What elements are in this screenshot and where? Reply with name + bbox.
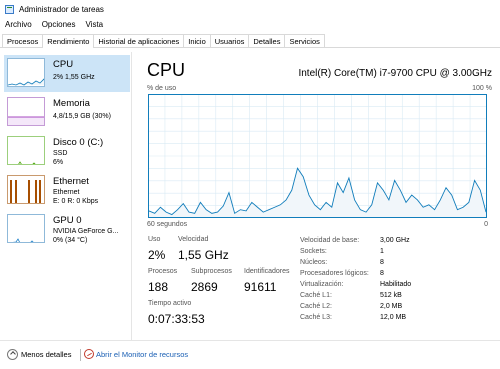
spec-label-cache-l2: Caché L2: <box>300 303 332 310</box>
sidebar-sub-cpu: 2% 1,55 GHz <box>53 74 95 81</box>
tab-servicios[interactable]: Servicios <box>284 34 325 47</box>
spec-value-virtualization: Habilitado <box>380 281 412 288</box>
spec-label-cache-l1: Caché L1: <box>300 292 332 299</box>
graph-label-zero: 0 <box>484 221 488 228</box>
sidebar-item-disk[interactable]: Disco 0 (C:) SSD 6% <box>4 133 130 170</box>
cpu-model: Intel(R) Core(TM) i7-9700 CPU @ 3.00GHz <box>298 68 492 79</box>
stat-label-subprocesos: Subprocesos <box>191 268 232 275</box>
stat-value-uso: 2% <box>148 248 166 262</box>
menu-archivo[interactable]: Archivo <box>0 18 37 32</box>
spec-label-cores: Núcleos: <box>300 259 328 266</box>
cpu-thumbnail <box>7 58 45 87</box>
stat-value-velocidad: 1,55 GHz <box>178 248 229 262</box>
menu-vista[interactable]: Vista <box>80 18 108 32</box>
graph-label-usage: % de uso <box>147 85 177 92</box>
tab-rendimiento[interactable]: Rendimiento <box>42 34 95 48</box>
sidebar-item-memory[interactable]: Memoria 4,8/15,9 GB (30%) <box>4 94 130 131</box>
tab-procesos[interactable]: Procesos <box>2 34 44 47</box>
tab-historial[interactable]: Historial de aplicaciones <box>93 34 185 47</box>
task-manager-icon <box>5 4 14 14</box>
spec-value-cores: 8 <box>380 259 384 266</box>
tab-inicio[interactable]: Inicio <box>183 34 211 47</box>
spec-value-sockets: 1 <box>380 248 384 255</box>
stat-value-subprocesos: 2869 <box>191 280 218 294</box>
spec-value-cache-l3: 12,0 MB <box>380 314 407 321</box>
spec-label-virtualization: Virtualización: <box>300 281 344 288</box>
sidebar-label-disk: Disco 0 (C:) <box>53 137 104 148</box>
stat-value-tiempo-activo: 0:07:33:53 <box>148 312 205 326</box>
stat-label-identificadores: Identificadores <box>244 268 290 275</box>
title-bar: Administrador de tareas <box>0 0 500 18</box>
sidebar-label-memory: Memoria <box>53 98 90 109</box>
page-title: CPU <box>147 60 186 80</box>
cpu-usage-graph <box>148 94 487 218</box>
sidebar-sub-disk-type: SSD <box>53 150 68 157</box>
footer-separator <box>80 349 81 361</box>
stat-value-identificadores: 91611 <box>244 280 277 294</box>
open-resource-monitor-link[interactable]: Abrir el Monitor de recursos <box>96 350 188 359</box>
resource-monitor-icon[interactable] <box>84 349 94 359</box>
sidebar-sub-gpu-usage: 0% (34 °C) <box>53 237 88 244</box>
sidebar-label-cpu: CPU <box>53 59 74 70</box>
sidebar-label-ethernet: Ethernet <box>53 176 89 187</box>
spec-value-cache-l1: 512 kB <box>380 292 402 299</box>
memory-thumbnail <box>7 97 45 126</box>
sidebar-label-gpu: GPU 0 <box>53 215 82 226</box>
graph-label-max: 100 % <box>472 85 492 92</box>
sidebar-sub-memory: 4,8/15,9 GB (30%) <box>53 113 111 120</box>
footer-bar: Menos detalles Abrir el Monitor de recur… <box>0 340 500 369</box>
sidebar-sub-ethernet-rate: E: 0 R: 0 Kbps <box>53 198 99 205</box>
tab-bar: Procesos Rendimiento Historial de aplica… <box>0 34 500 48</box>
sidebar-sub-disk-usage: 6% <box>53 159 64 166</box>
tab-usuarios[interactable]: Usuarios <box>209 34 250 47</box>
graph-label-time: 60 segundos <box>147 221 188 228</box>
stat-label-velocidad: Velocidad <box>178 236 209 243</box>
menu-bar: Archivo Opciones Vista <box>0 18 108 32</box>
stat-label-procesos: Procesos <box>148 268 178 275</box>
spec-value-base-speed: 3,00 GHz <box>380 237 410 244</box>
sidebar-item-gpu[interactable]: GPU 0 NVIDIA GeForce G... 0% (34 °C) <box>4 211 130 248</box>
sidebar-item-cpu[interactable]: CPU 2% 1,55 GHz <box>4 55 130 92</box>
menu-opciones[interactable]: Opciones <box>37 18 81 32</box>
ethernet-thumbnail <box>7 175 45 204</box>
spec-label-sockets: Sockets: <box>300 248 327 255</box>
sidebar-sub-ethernet-name: Ethernet <box>53 189 80 196</box>
window-title: Administrador de tareas <box>19 4 104 14</box>
gpu-thumbnail <box>7 214 45 243</box>
tab-detalles[interactable]: Detalles <box>248 34 286 47</box>
spec-value-cache-l2: 2,0 MB <box>380 303 403 310</box>
spec-label-logical-processors: Procesadores lógicos: <box>300 270 369 277</box>
resource-sidebar: CPU 2% 1,55 GHz Memoria 4,8/15,9 GB (30%… <box>0 52 132 340</box>
sidebar-item-ethernet[interactable]: Ethernet Ethernet E: 0 R: 0 Kbps <box>4 172 130 209</box>
less-details-link[interactable]: Menos detalles <box>21 350 71 359</box>
disk-thumbnail <box>7 136 45 165</box>
chevron-up-icon[interactable] <box>7 349 18 360</box>
spec-value-logical-processors: 8 <box>380 270 384 277</box>
spec-label-base-speed: Velocidad de base: <box>300 237 360 244</box>
spec-label-cache-l3: Caché L3: <box>300 314 332 321</box>
stat-label-uso: Uso <box>148 236 161 243</box>
stat-value-procesos: 188 <box>148 280 169 294</box>
sidebar-sub-gpu-model: NVIDIA GeForce G... <box>53 228 119 235</box>
stat-label-tiempo-activo: Tiempo activo <box>148 300 192 307</box>
